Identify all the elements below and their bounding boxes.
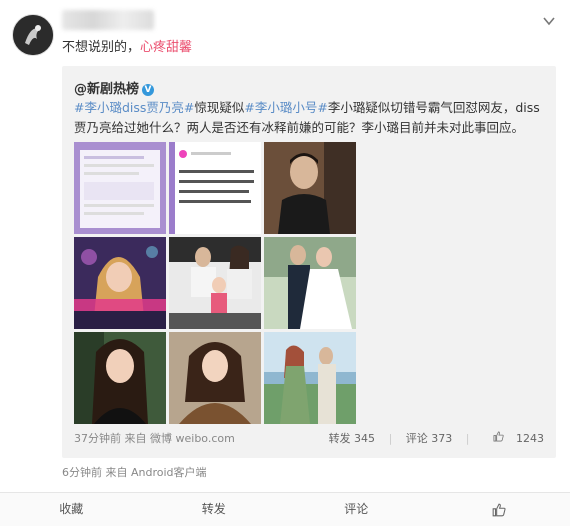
image-thumb-photo-couple-beach[interactable] (264, 332, 356, 424)
image-thumb-photo-woman-coat[interactable] (169, 332, 261, 424)
divider: | (389, 432, 393, 445)
repost-source: 来自 微博 weibo.com (125, 432, 235, 445)
post-text-highlight[interactable]: 心疼甜馨 (140, 40, 192, 55)
repost-stats: 转发 345 | 评论 373 | 1243 (319, 430, 544, 446)
hashtag-link[interactable]: #李小璐diss贾乃亮# (74, 100, 194, 115)
like-count-wrap[interactable]: 1243 (483, 432, 544, 445)
comment-count[interactable]: 评论 373 (406, 432, 453, 445)
comment-button[interactable]: 评论 (285, 493, 428, 526)
image-thumb-photo-portrait[interactable] (74, 332, 166, 424)
repost-block[interactable]: @新剧热榜V #李小璐diss贾乃亮#惊现疑似#李小璐小号#李小璐疑似切错号霸气… (62, 66, 556, 458)
chevron-down-icon[interactable] (542, 14, 556, 28)
like-button[interactable] (428, 493, 570, 526)
thumbs-up-icon (493, 431, 504, 445)
user-avatar[interactable] (12, 14, 54, 56)
like-count: 1243 (516, 432, 544, 445)
repost-author[interactable]: @新剧热榜V (74, 78, 154, 97)
thumbs-up-icon (492, 503, 506, 517)
action-bar: 收藏 转发 评论 (0, 492, 570, 526)
post-meta: 6分钟前 来自 Android客户端 (62, 464, 207, 480)
repost-meta: 37分钟前 来自 微博 weibo.com (74, 430, 235, 446)
image-thumb-photo-wedding[interactable] (264, 237, 356, 329)
hashtag-link[interactable]: #李小璐小号# (244, 100, 327, 115)
favorite-button[interactable]: 收藏 (0, 493, 143, 526)
repost-button[interactable]: 转发 (143, 493, 286, 526)
divider: | (466, 432, 470, 445)
repost-time[interactable]: 37分钟前 (74, 432, 121, 445)
post-text-main: 不想说别的， (62, 40, 140, 55)
image-thumb-screenshot-2[interactable] (169, 142, 261, 234)
image-thumb-photo-man[interactable] (264, 142, 356, 234)
verified-icon: V (142, 84, 154, 96)
image-thumb-photo-family[interactable] (169, 237, 261, 329)
image-grid (74, 142, 356, 422)
post-time[interactable]: 6分钟前 (62, 466, 102, 479)
repost-text-part: 惊现疑似 (194, 100, 244, 115)
repost-body: #李小璐diss贾乃亮#惊现疑似#李小璐小号#李小璐疑似切错号霸气回怼网友，di… (74, 98, 544, 138)
repost-count[interactable]: 转发 345 (329, 432, 376, 445)
username-blurred[interactable] (62, 10, 154, 30)
image-thumb-screenshot-1[interactable] (74, 142, 166, 234)
post-source: 来自 Android客户端 (106, 466, 207, 479)
image-thumb-photo-tv-show[interactable] (74, 237, 166, 329)
weibo-post-card: 不想说别的，心疼甜馨 @新剧热榜V #李小璐diss贾乃亮#惊现疑似#李小璐小号… (0, 0, 570, 525)
post-text: 不想说别的，心疼甜馨 (62, 36, 192, 55)
repost-author-name[interactable]: @新剧热榜 (74, 82, 139, 97)
